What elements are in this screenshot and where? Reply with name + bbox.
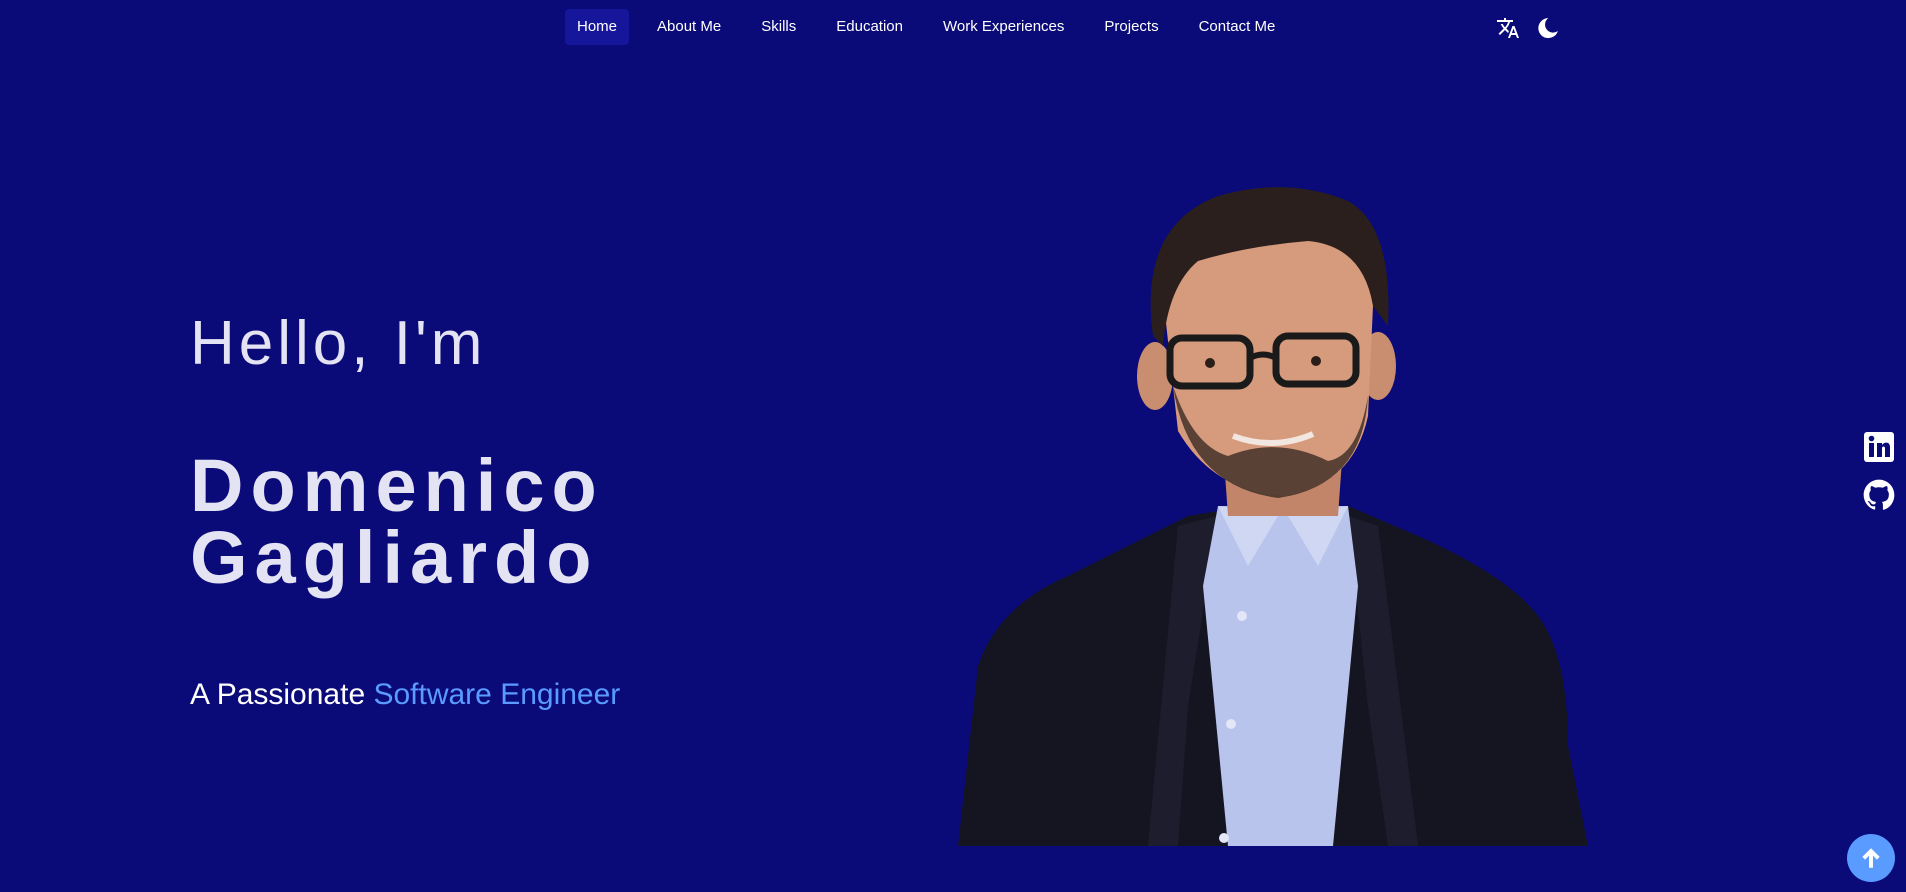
hero-greeting: Hello, I'm: [190, 309, 487, 378]
translate-icon[interactable]: [1496, 16, 1520, 40]
github-icon[interactable]: [1863, 479, 1895, 511]
nav-item-contact-me[interactable]: Contact Me: [1187, 9, 1288, 45]
nav-item-education[interactable]: Education: [824, 9, 915, 45]
moon-icon[interactable]: [1536, 16, 1560, 40]
arrow-up-icon: [1862, 848, 1880, 868]
page: Home About Me Skills Education Work Expe…: [0, 0, 1906, 892]
scroll-top-button[interactable]: [1847, 834, 1895, 882]
nav-links: Home About Me Skills Education Work Expe…: [565, 9, 1303, 45]
nav-item-work-experiences[interactable]: Work Experiences: [931, 9, 1076, 45]
nav-item-skills[interactable]: Skills: [749, 9, 808, 45]
tagline-role: Software Engineer: [373, 678, 621, 711]
profile-photo: [958, 187, 1588, 846]
hero-name: Domenico Gagliardo: [190, 444, 790, 599]
nav-item-about-me[interactable]: About Me: [645, 9, 733, 45]
nav-tools: [1496, 16, 1576, 40]
linkedin-icon[interactable]: [1863, 431, 1895, 463]
hero-tagline: A Passionate Software Engineer: [190, 678, 620, 712]
nav-item-projects[interactable]: Projects: [1092, 9, 1170, 45]
top-navigation: Home About Me Skills Education Work Expe…: [0, 9, 1906, 45]
tagline-prefix: A Passionate: [190, 678, 374, 711]
hero-name-first: Domenico: [190, 444, 604, 527]
hero-name-last: Gagliardo: [190, 516, 599, 599]
nav-item-home[interactable]: Home: [565, 9, 630, 45]
social-links: [1863, 431, 1895, 527]
